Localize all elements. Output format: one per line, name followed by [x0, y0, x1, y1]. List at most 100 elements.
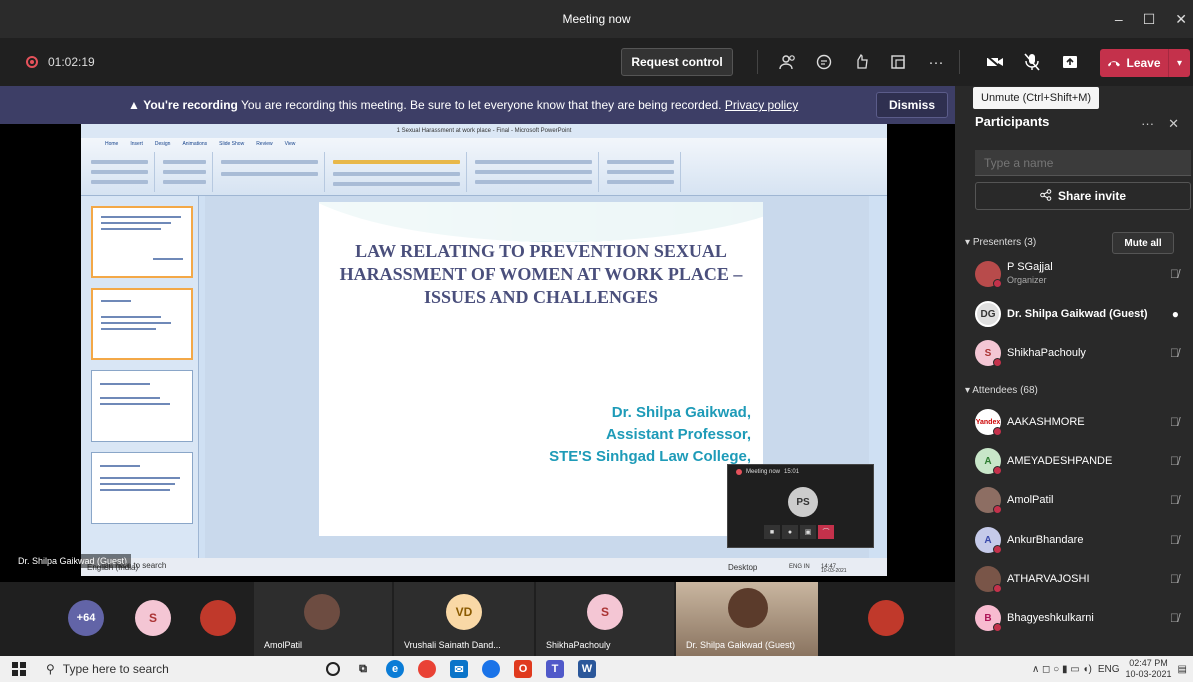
tray-icons[interactable]: ∧ ◻ ○ ▮ ▭ ◖)	[1032, 664, 1092, 675]
mic-icon[interactable]: ●	[782, 525, 798, 539]
ribbon-group-drawing	[469, 152, 599, 192]
windows-taskbar: ⚲ Type here to search ⧉ e ✉ O T W ∧ ◻ ○ …	[0, 656, 1193, 682]
more-participants-badge[interactable]: +64	[68, 600, 104, 636]
ppt-tab[interactable]: View	[285, 138, 296, 150]
more-options-icon[interactable]: ···	[1141, 116, 1154, 132]
share-icon[interactable]: ▣	[800, 525, 816, 539]
participant-row[interactable]: Yandex AAKASHMORE 🎙̸	[975, 407, 1193, 437]
video-tile[interactable]: S ShikhaPachouly	[536, 582, 674, 656]
request-control-button[interactable]: Request control	[621, 48, 733, 76]
recording-message: ▲ You're recording You are recording thi…	[128, 98, 798, 112]
taskbar-search[interactable]: ⚲ Type here to search	[46, 662, 169, 676]
chat-icon[interactable]	[812, 50, 836, 74]
video-feed	[728, 588, 768, 628]
ribbon-group-font	[215, 152, 325, 192]
mic-muted-icon[interactable]	[1020, 50, 1044, 74]
maximize-icon[interactable]: ☐	[1143, 11, 1156, 28]
cortana-icon[interactable]	[326, 662, 340, 676]
participants-icon[interactable]	[776, 50, 800, 74]
close-icon[interactable]: ✕	[1168, 116, 1179, 132]
reactions-icon[interactable]	[849, 50, 873, 74]
participant-search-input[interactable]	[975, 150, 1191, 176]
ppt-tab[interactable]: Animations	[182, 138, 207, 150]
chrome-icon[interactable]	[418, 660, 436, 678]
mini-call-window[interactable]: Meeting now 15:01 PS ■ ● ▣ ⌒	[727, 464, 874, 548]
mini-call-avatar: PS	[788, 487, 818, 517]
meeting-timer: 01:02:19	[48, 55, 95, 69]
presenter-line: Assistant Professor,	[605, 426, 751, 443]
close-icon[interactable]: ✕	[1175, 11, 1187, 28]
minimize-icon[interactable]: –	[1115, 11, 1123, 27]
attendees-header[interactable]: ▾ Attendees (68)	[965, 385, 1038, 396]
taskbar-time: 02:47 PM	[1129, 658, 1168, 668]
avatar[interactable]	[868, 600, 904, 636]
video-tile-active[interactable]: Dr. Shilpa Gaikwad (Guest)	[676, 582, 818, 656]
share-invite-label: Share invite	[1057, 189, 1127, 203]
recording-banner: ▲ You're recording You are recording thi…	[0, 86, 955, 124]
dismiss-button[interactable]: Dismiss	[876, 92, 948, 118]
shared-screen: 1 Sexual Harassment at work place - Fina…	[0, 124, 955, 582]
ppt-tab[interactable]: Design	[155, 138, 171, 150]
window-title: Meeting now	[562, 12, 631, 26]
privacy-policy-link[interactable]: Privacy policy	[725, 98, 798, 112]
avatar: S	[975, 340, 1002, 367]
ppt-tab[interactable]: Review	[256, 138, 272, 150]
tray-lang[interactable]: ENG	[1098, 664, 1120, 675]
task-view-icon[interactable]: ⧉	[354, 660, 372, 678]
mic-muted-icon: 🎙̸	[1170, 611, 1179, 625]
system-tray: ∧ ◻ ○ ▮ ▭ ◖) ENG 02:47 PM 10-03-2021 ▤	[1032, 656, 1193, 682]
ppt-title: 1 Sexual Harassment at work place - Fina…	[81, 124, 887, 138]
windows-start-icon[interactable]	[12, 662, 26, 676]
video-tile[interactable]: AmolPatil	[254, 582, 392, 656]
avatar[interactable]	[200, 600, 236, 636]
app-icon[interactable]	[482, 660, 500, 678]
office-icon[interactable]: O	[514, 660, 532, 678]
participant-row[interactable]: P SGajjal Organizer 🎙̸	[975, 259, 1193, 289]
taskbar-date: 10-03-2021	[1125, 669, 1172, 679]
share-screen-icon[interactable]	[1058, 50, 1082, 74]
avatar[interactable]: S	[135, 600, 171, 636]
ppt-tab[interactable]: Slide Show	[219, 138, 244, 150]
participant-row[interactable]: A AnkurBhandare 🎙̸	[975, 525, 1193, 555]
more-options-icon[interactable]: ···	[924, 50, 948, 74]
meeting-toolbar: 01:02:19 Request control ··· Leave ▾	[0, 38, 1193, 86]
avatar: B	[975, 605, 1002, 632]
slide-thumbnail[interactable]	[91, 288, 193, 360]
slide-thumbnail[interactable]	[91, 452, 193, 524]
ppt-tab[interactable]: Insert	[130, 138, 143, 150]
mic-muted-icon: 🎙̸	[1170, 267, 1179, 281]
video-tile[interactable]: VD Vrushali Sainath Dand...	[394, 582, 534, 656]
participant-row[interactable]: ATHARVAJOSHI 🎙̸	[975, 564, 1193, 594]
edge-icon[interactable]: e	[386, 660, 404, 678]
participant-row[interactable]: DG Dr. Shilpa Gaikwad (Guest) ●	[975, 299, 1193, 329]
chevron-down-icon[interactable]: ▾	[1168, 49, 1190, 77]
video-gallery: +64 S AmolPatil VD Vrushali Sainath Dand…	[0, 582, 955, 656]
share-invite-button[interactable]: Share invite	[975, 182, 1191, 210]
slide-thumbnail[interactable]	[91, 370, 193, 442]
mail-icon[interactable]: ✉	[450, 660, 468, 678]
slide-heading: LAW RELATING TO PREVENTION SEXUAL HARASS…	[339, 241, 743, 307]
ppt-tab[interactable]: Home	[105, 138, 118, 150]
avatar: VD	[446, 594, 482, 630]
teams-icon[interactable]: T	[546, 660, 564, 678]
leave-button[interactable]: Leave	[1100, 49, 1168, 77]
participant-row[interactable]: B Bhagyeshkulkarni 🎙̸	[975, 603, 1193, 633]
avatar: A	[975, 448, 1002, 475]
camera-icon[interactable]: ■	[764, 525, 780, 539]
avatar	[975, 566, 1002, 593]
slide-thumbnail[interactable]	[91, 206, 193, 278]
tile-label: AmolPatil	[264, 640, 303, 650]
rooms-icon[interactable]	[886, 50, 910, 74]
taskbar-clock[interactable]: 02:47 PM 10-03-2021	[1126, 658, 1172, 680]
notifications-icon[interactable]: ▤	[1178, 664, 1187, 675]
participant-row[interactable]: S ShikhaPachouly 🎙̸	[975, 338, 1193, 368]
camera-off-icon[interactable]	[983, 50, 1007, 74]
mute-all-button[interactable]: Mute all	[1112, 232, 1174, 254]
warning-icon: ▲	[128, 98, 140, 112]
participant-row[interactable]: AmolPatil 🎙̸	[975, 485, 1193, 515]
hangup-icon[interactable]: ⌒	[818, 525, 834, 539]
participant-row[interactable]: A AMEYADESHPANDE 🎙̸	[975, 446, 1193, 476]
presenters-header[interactable]: ▾ Presenters (3)	[965, 237, 1036, 248]
slide-decoration	[319, 202, 763, 242]
word-icon[interactable]: W	[578, 660, 596, 678]
